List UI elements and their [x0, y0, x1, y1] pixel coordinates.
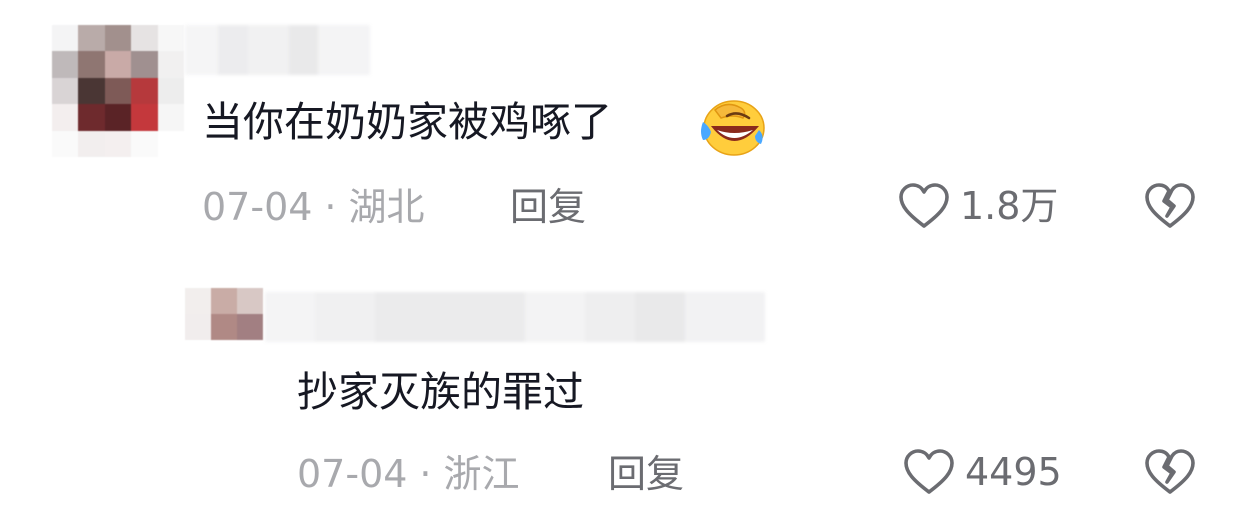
like-button[interactable]: 1.8万: [898, 182, 1058, 230]
like-count: 1.8万: [960, 184, 1059, 228]
dislike-button[interactable]: [1144, 448, 1196, 500]
like-button[interactable]: 4495: [903, 448, 1062, 496]
avatar[interactable]: [185, 288, 263, 340]
comment-location: 湖北: [348, 185, 425, 229]
comment-date: 07-04: [297, 452, 408, 496]
heart-icon: [904, 449, 954, 494]
comment-meta: 07-04 · 浙江: [297, 455, 520, 493]
reply-button[interactable]: 回复: [608, 455, 684, 493]
comment-meta: 07-04 · 湖北: [202, 188, 425, 226]
comment-location: 浙江: [443, 452, 520, 496]
like-count: 4495: [965, 450, 1062, 494]
broken-heart-icon: [1145, 183, 1195, 228]
broken-heart-icon: [1145, 449, 1195, 494]
reply-button[interactable]: 回复: [510, 188, 586, 226]
heart-icon: [899, 183, 949, 228]
comment-date: 07-04: [202, 185, 313, 229]
comment-text: 当你在奶奶家被鸡啄了: [202, 98, 612, 146]
dislike-button[interactable]: [1144, 182, 1196, 234]
meta-separator: ·: [324, 185, 337, 229]
comment-text: 抄家灭族的罪过: [297, 368, 584, 416]
username[interactable]: [185, 25, 370, 75]
username[interactable]: [265, 292, 765, 342]
avatar[interactable]: [52, 25, 184, 157]
face-with-tears-of-joy-icon: [701, 100, 765, 156]
meta-separator: ·: [419, 452, 432, 496]
